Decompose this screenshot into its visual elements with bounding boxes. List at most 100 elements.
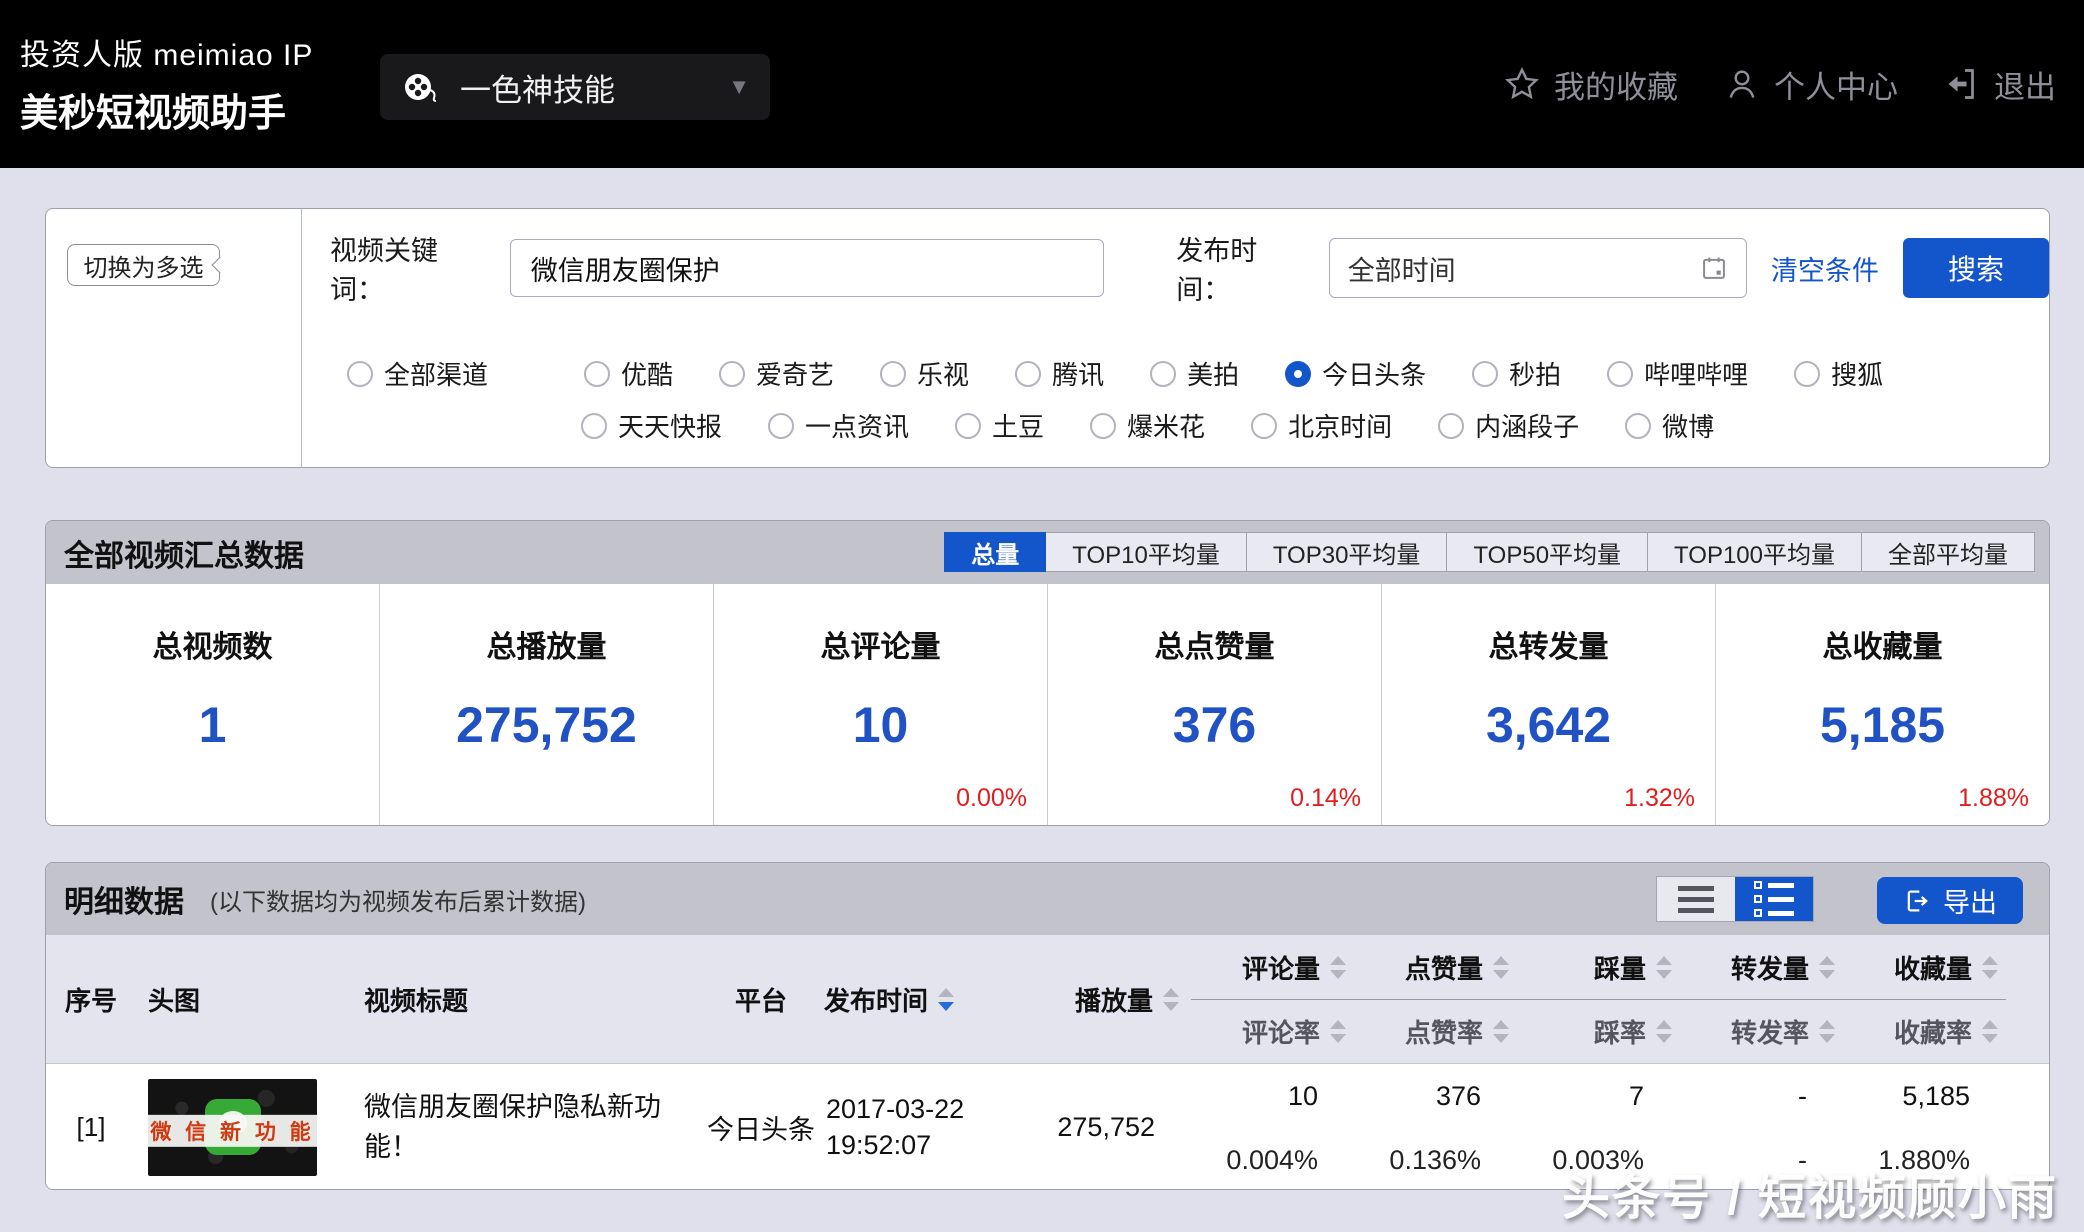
- sort-likes[interactable]: [1493, 956, 1509, 979]
- row-comments: 10: [1288, 1081, 1318, 1112]
- metric-rate-header-row: 评论率 点赞率 踩率 转发率 收藏率: [1191, 999, 2006, 1063]
- col-header-publish-time: 发布时间: [824, 981, 928, 1018]
- row-index: [1]: [77, 1112, 106, 1143]
- view-toggle-detail-list[interactable]: [1735, 877, 1813, 921]
- switch-multi-select-button[interactable]: 切换为多选: [67, 244, 220, 286]
- table-header-metrics: 评论量 点赞量 踩量 转发量 收藏量 评论率 点赞率 踩率 转发率 收藏率: [1191, 935, 2006, 1063]
- radio-icon: [1472, 361, 1498, 387]
- brand: 投资人版 meimiao IP 美秒短视频助手: [20, 30, 313, 137]
- radio-icon: [719, 361, 745, 387]
- row-share-rate: -: [1798, 1145, 1807, 1176]
- radio-icon: [1794, 361, 1820, 387]
- radio-icon: [347, 361, 373, 387]
- export-icon: [1903, 887, 1931, 915]
- detail-panel: 明细数据 (以下数据均为视频发布后累计数据) 导出: [45, 862, 2050, 1190]
- sort-publish-time[interactable]: [938, 988, 954, 1011]
- channel-radio-iqiyi[interactable]: 爱奇艺: [719, 355, 834, 392]
- sort-favorites[interactable]: [1982, 956, 1998, 979]
- stat-rate: 0.14%: [1290, 784, 1361, 813]
- sort-comment-rate[interactable]: [1330, 1020, 1346, 1043]
- channel-radio-row-2: 天天快报 一点资讯 土豆 爆米花 北京时间 内涵段子 微博: [581, 407, 1760, 444]
- metric-count-header-row: 评论量 点赞量 踩量 转发量 收藏量: [1191, 935, 2006, 999]
- channel-radio-toutiao[interactable]: 今日头条: [1285, 355, 1426, 392]
- video-thumbnail[interactable]: 微 信 新 功 能: [148, 1079, 317, 1176]
- calendar-icon: [1700, 254, 1728, 282]
- skill-dropdown-value: 一色神技能: [460, 65, 728, 110]
- tab-top10-avg[interactable]: TOP10平均量: [1046, 532, 1247, 572]
- row-shares: -: [1798, 1081, 1807, 1112]
- sort-shares[interactable]: [1819, 956, 1835, 979]
- channel-radio-letv[interactable]: 乐视: [880, 355, 969, 392]
- detail-subtitle: (以下数据均为视频发布后累计数据): [210, 882, 586, 917]
- sort-dislikes[interactable]: [1656, 956, 1672, 979]
- row-dislikes: 7: [1629, 1081, 1644, 1112]
- sort-comments[interactable]: [1330, 956, 1346, 979]
- time-range-select[interactable]: 全部时间: [1329, 238, 1747, 298]
- sort-dislike-rate[interactable]: [1656, 1020, 1672, 1043]
- channel-radio-neihan[interactable]: 内涵段子: [1438, 407, 1579, 444]
- brand-title: 美秒短视频助手: [20, 82, 313, 137]
- channel-radio-bilibili[interactable]: 哔哩哔哩: [1607, 355, 1748, 392]
- stat-rate: 1.32%: [1624, 784, 1695, 813]
- tab-total[interactable]: 总量: [944, 532, 1046, 572]
- channel-radio-btime[interactable]: 北京时间: [1251, 407, 1392, 444]
- publish-time-label: 发布时间：: [1176, 229, 1302, 307]
- channel-radio-sohu[interactable]: 搜狐: [1794, 355, 1883, 392]
- channel-radio-meipai[interactable]: 美拍: [1150, 355, 1239, 392]
- radio-icon: [1625, 413, 1651, 439]
- detail-title: 明细数据: [64, 877, 184, 921]
- row-favorites: 5,185: [1902, 1081, 1970, 1112]
- brand-edition: 投资人版 meimiao IP: [20, 30, 313, 74]
- sort-share-rate[interactable]: [1819, 1020, 1835, 1043]
- logout-icon: [1944, 66, 1980, 102]
- skill-dropdown[interactable]: 一色神技能 ▼: [380, 54, 770, 120]
- col-header-comment-rate: 评论率: [1242, 1013, 1320, 1050]
- stat-rate: 1.88%: [1958, 784, 2029, 813]
- channel-radio-all[interactable]: 全部渠道: [347, 355, 488, 392]
- row-metric-rates: 0.004% 0.136% 0.003% - 1.880%: [1191, 1128, 2006, 1190]
- search-button[interactable]: 搜索: [1903, 238, 2049, 298]
- stat-total-likes: 总点赞量 376 0.14%: [1048, 584, 1382, 826]
- video-title[interactable]: 微信朋友圈保护隐私新功能！: [364, 1087, 676, 1167]
- channel-radio-kuaibao[interactable]: 天天快报: [581, 407, 722, 444]
- tab-top100-avg[interactable]: TOP100平均量: [1648, 532, 1862, 572]
- col-header-comments: 评论量: [1242, 949, 1320, 986]
- table-header-left: 序号 头图 视频标题 平台 发布时间 播放量: [46, 935, 1191, 1063]
- top-nav: 我的收藏 个人中心 退出: [1504, 0, 2056, 168]
- row-platform: 今日头条: [707, 1108, 815, 1147]
- view-toggle-simple-list[interactable]: [1657, 877, 1735, 921]
- tab-top50-avg[interactable]: TOP50平均量: [1447, 532, 1648, 572]
- nav-profile[interactable]: 个人中心: [1724, 62, 1898, 107]
- channel-radio-baomihua[interactable]: 爆米花: [1090, 407, 1205, 444]
- radio-icon: [1090, 413, 1116, 439]
- channel-radio-miaopai[interactable]: 秒拍: [1472, 355, 1561, 392]
- row-like-rate: 0.136%: [1389, 1145, 1481, 1176]
- nav-logout-label: 退出: [1994, 62, 2056, 107]
- star-icon: [1504, 66, 1540, 102]
- table-row[interactable]: [1] 微 信 新 功 能 微信朋友圈保护隐私新功能！ 今日头条 2017-03…: [46, 1063, 2049, 1190]
- sort-views[interactable]: [1163, 988, 1179, 1011]
- sort-favorite-rate[interactable]: [1982, 1020, 1998, 1043]
- row-views: 275,752: [1057, 1112, 1155, 1143]
- export-label: 导出: [1943, 881, 1997, 920]
- clear-conditions-link[interactable]: 清空条件: [1771, 249, 1879, 288]
- keyword-input[interactable]: [510, 239, 1105, 297]
- col-header-index: 序号: [65, 981, 117, 1018]
- tab-all-avg[interactable]: 全部平均量: [1862, 532, 2035, 572]
- person-icon: [1724, 66, 1760, 102]
- thumbnail-caption-band: 微 信 新 功 能: [148, 1115, 317, 1147]
- stat-total-views: 总播放量 275,752: [380, 584, 714, 826]
- tab-top30-avg[interactable]: TOP30平均量: [1247, 532, 1448, 572]
- channel-radio-youku[interactable]: 优酷: [584, 355, 673, 392]
- summary-tabs: 总量 TOP10平均量 TOP30平均量 TOP50平均量 TOP100平均量 …: [944, 532, 2035, 572]
- nav-favorites[interactable]: 我的收藏: [1504, 62, 1678, 107]
- channel-radio-tudou[interactable]: 土豆: [955, 407, 1044, 444]
- nav-logout[interactable]: 退出: [1944, 62, 2056, 107]
- row-favorite-rate: 1.880%: [1878, 1145, 1970, 1176]
- channel-radio-weibo[interactable]: 微博: [1625, 407, 1714, 444]
- channel-radio-tencent[interactable]: 腾讯: [1015, 355, 1104, 392]
- summary-stats: 总视频数 1 总播放量 275,752 总评论量 10 0.00% 总点赞量 3…: [46, 584, 2049, 826]
- export-button[interactable]: 导出: [1877, 877, 2023, 924]
- channel-radio-yidian[interactable]: 一点资讯: [768, 407, 909, 444]
- sort-like-rate[interactable]: [1493, 1020, 1509, 1043]
